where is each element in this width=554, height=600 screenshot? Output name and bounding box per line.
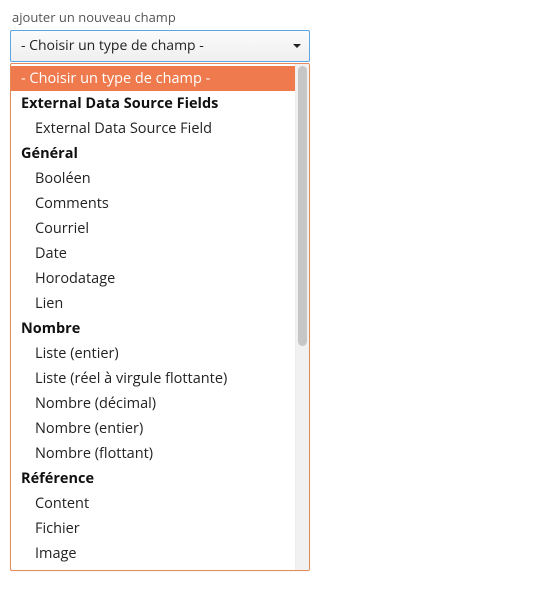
- optgroup-label: Référence: [11, 466, 295, 491]
- option-item[interactable]: Lien: [11, 291, 295, 316]
- option-item[interactable]: External Data Source Field: [11, 116, 295, 141]
- optgroup-label: Général: [11, 141, 295, 166]
- option-item[interactable]: Booléen: [11, 166, 295, 191]
- option-item[interactable]: Liste (réel à virgule flottante): [11, 366, 295, 391]
- optgroup-label: External Data Source Fields: [11, 91, 295, 116]
- option-item[interactable]: Courriel: [11, 216, 295, 241]
- option-item[interactable]: Comments: [11, 191, 295, 216]
- field-type-selected-text: - Choisir un type de champ -: [21, 36, 204, 55]
- field-type-select[interactable]: - Choisir un type de champ - - Choisir u…: [10, 30, 310, 62]
- option-item[interactable]: Date: [11, 241, 295, 266]
- dropdown-scrollbar-thumb[interactable]: [298, 66, 307, 346]
- option-item[interactable]: Horodatage: [11, 266, 295, 291]
- optgroup-label: Nombre: [11, 316, 295, 341]
- option-item[interactable]: Fichier: [11, 516, 295, 541]
- field-label-add-new-field: ajouter un nouveau champ: [12, 8, 544, 26]
- option-item[interactable]: Nombre (entier): [11, 416, 295, 441]
- field-type-dropdown[interactable]: - Choisir un type de champ -External Dat…: [10, 63, 310, 571]
- chevron-down-icon: [291, 40, 303, 52]
- option-item[interactable]: Nombre (décimal): [11, 391, 295, 416]
- field-type-options-list: - Choisir un type de champ -External Dat…: [11, 64, 295, 570]
- option-item[interactable]: Content: [11, 491, 295, 516]
- dropdown-scrollbar[interactable]: [295, 64, 309, 570]
- option-placeholder[interactable]: - Choisir un type de champ -: [11, 66, 295, 91]
- option-item[interactable]: Liste (entier): [11, 341, 295, 366]
- option-item[interactable]: Image: [11, 541, 295, 566]
- field-type-select-display[interactable]: - Choisir un type de champ -: [10, 30, 310, 62]
- option-item[interactable]: Nombre (flottant): [11, 441, 295, 466]
